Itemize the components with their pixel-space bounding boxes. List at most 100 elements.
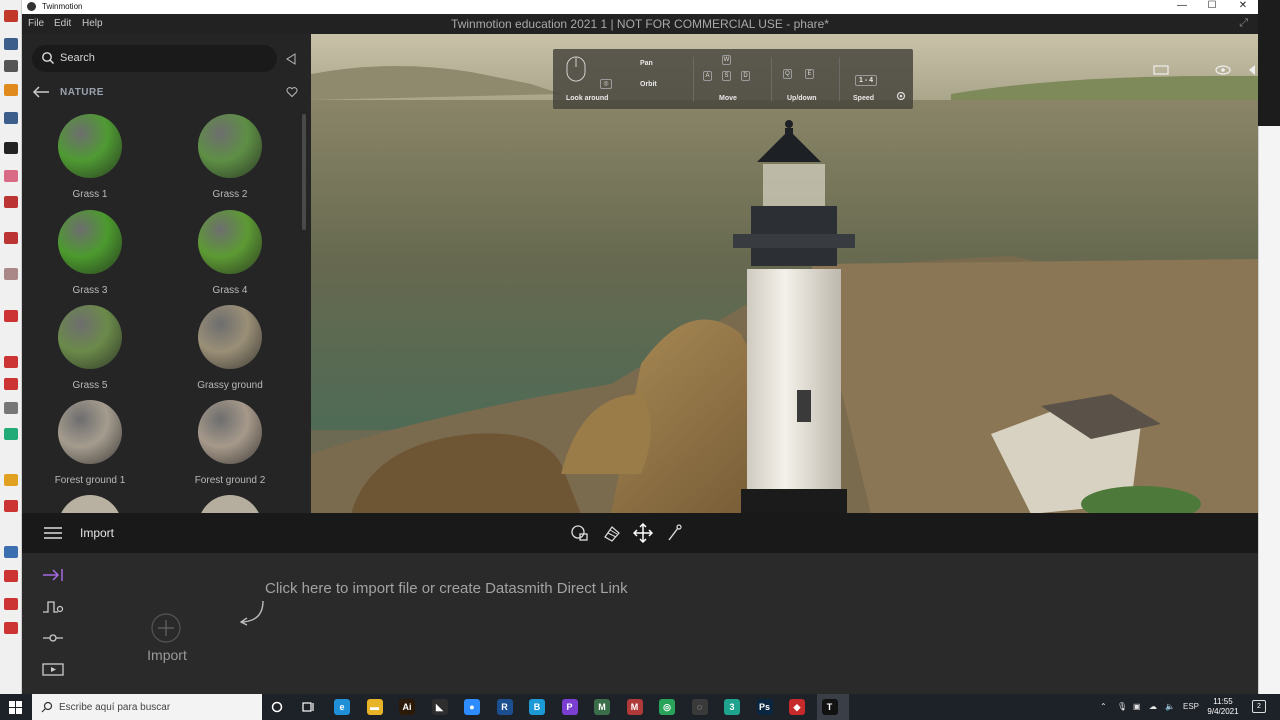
import-button-label[interactable]: Import [132,647,202,663]
back-arrow-icon[interactable] [32,85,50,99]
material-tile[interactable]: Forest ground 1 [30,400,150,495]
select-shapes-icon[interactable] [570,523,590,543]
move-tool-icon[interactable] [4,356,18,368]
language-indicator[interactable]: ESP [1183,702,1199,711]
gear-icon[interactable] [895,90,907,102]
move-label: Move [719,95,737,102]
library-scrollbar[interactable] [302,114,306,230]
orbit-tool-icon[interactable] [4,500,18,512]
close-button[interactable]: ✕ [1228,0,1258,14]
taskbar-app-m-app-icon[interactable]: M [626,699,643,715]
taskbar-app-photoshop-icon[interactable]: Ps [756,699,773,715]
tray-chevron-icon[interactable]: ⌃ [1100,702,1107,711]
pencil-tool-icon[interactable] [4,196,18,208]
select-tool-icon[interactable] [4,142,18,154]
hamburger-menu-icon[interactable] [44,527,62,539]
eyedropper-icon[interactable] [664,523,684,543]
walk-tool-icon[interactable] [4,598,18,610]
material-tile[interactable]: Grass 3 [30,210,150,305]
tool-icon[interactable] [4,84,18,96]
signal-icon[interactable] [42,599,64,615]
tool-icon[interactable] [4,60,18,72]
taskbar-app-three-app-icon[interactable]: 3 [724,699,740,715]
minimize-button[interactable]: — [1167,0,1197,14]
twinmotion-window: Twinmotion — ☐ ✕ Twinmotion education 20… [22,0,1258,694]
media-icon[interactable] [42,661,64,677]
taskbar-app-explorer-icon[interactable]: ▬ [366,699,383,715]
tape-tool-icon[interactable] [4,428,18,440]
zoom-extents-tool-icon[interactable] [4,570,18,582]
material-tile[interactable]: Grass 5 [30,305,150,400]
cloud-icon[interactable]: ☁ [1149,702,1157,711]
clock-time: 11:55 [1213,697,1233,706]
favorite-heart-icon[interactable] [286,86,298,98]
material-tile[interactable]: Forest ground 2 [170,400,290,495]
clock[interactable]: 11:55 9/4/2021 [1201,697,1245,717]
import-icon[interactable] [42,567,64,583]
arc-tool-icon[interactable] [4,232,18,244]
menu-edit[interactable]: Edit [54,18,71,29]
taskbar-app-b-app-icon[interactable]: B [529,699,545,715]
add-import-button[interactable] [150,612,182,644]
volume-icon[interactable]: 🔈 [1165,702,1175,711]
taskbar-app-nvidia-icon[interactable]: ◣ [431,699,448,715]
tool-icon[interactable] [4,112,18,124]
menu-file[interactable]: File [28,18,44,29]
material-tile[interactable] [170,495,290,513]
taskbar-app-map-app-icon[interactable]: M [594,699,610,715]
windows-start-icon[interactable] [9,701,22,714]
3d-viewport[interactable]: Look around ◎ Pan Orbit W A S D Move Q E… [311,34,1258,513]
taskbar-app-green-app-icon[interactable]: ◎ [659,699,675,715]
material-tile[interactable] [30,495,150,513]
frame-icon[interactable] [1153,64,1169,76]
notification-center-icon[interactable]: 2 [1252,700,1266,713]
rotate-tool-icon[interactable] [4,378,18,390]
material-tile[interactable]: Grass 2 [170,114,290,209]
tool-icon[interactable] [4,10,18,22]
taskbar-app-sketchup-icon[interactable]: ◆ [789,699,805,715]
microphone-icon[interactable]: 🎙 [1117,702,1127,711]
key-s: S [722,71,731,81]
panel-title: Import [80,526,115,540]
zoom-tool-icon[interactable] [4,546,18,558]
cortana-icon[interactable] [271,701,283,713]
task-view-icon[interactable] [302,701,316,713]
taskbar-app-circle-app-icon[interactable]: ◌ [691,699,708,715]
maximize-button[interactable]: ☐ [1197,0,1227,14]
search-input[interactable]: Search [32,45,277,72]
taskbar-app-illustrator-icon[interactable]: Ai [399,699,415,715]
link-node-icon[interactable] [42,630,64,646]
material-tile[interactable]: Grass 4 [170,210,290,305]
tool-icon[interactable] [4,38,18,50]
eraser-tool-icon[interactable] [4,170,18,182]
taskbar-app-edge-icon[interactable]: e [334,699,350,715]
curved-arrow-icon [239,600,264,626]
import-hint[interactable]: Click here to import file or create Data… [265,580,628,597]
bottom-toolbar: Import [22,513,1258,553]
fullscreen-icon[interactable]: ⤢ [1239,17,1248,30]
collapse-panel-icon[interactable] [286,53,296,65]
look-around-label: Look around [566,95,609,102]
paint-tool-icon[interactable] [4,474,18,486]
twinmotion-logo-icon [27,2,36,11]
move-arrows-icon[interactable] [633,523,653,543]
material-label: Grass 2 [212,189,248,200]
category-title: NATURE [60,87,104,98]
material-tile[interactable]: Grassy ground [170,305,290,400]
collapse-right-icon[interactable] [1247,64,1257,76]
rectangle-tool-icon[interactable] [4,268,18,280]
taskbar-app-revit-icon[interactable]: R [496,699,513,715]
look-tool-icon[interactable] [4,622,18,634]
taskbar-app-twinmotion-icon[interactable]: T [821,699,838,715]
paint-grid-icon[interactable] [602,523,622,543]
push-pull-tool-icon[interactable] [4,310,18,322]
network-icon[interactable]: ▣ [1133,702,1141,711]
taskbar-app-zoom-icon[interactable]: ● [464,699,480,715]
menu-help[interactable]: Help [82,18,103,29]
taskbar-search-input[interactable]: Escribe aquí para buscar [32,694,262,720]
scale-tool-icon[interactable] [4,402,18,414]
mouse-icon [566,56,586,82]
eye-icon[interactable] [1215,64,1231,76]
material-tile[interactable]: Grass 1 [30,114,150,209]
taskbar-app-podcast-icon[interactable]: P [561,699,578,715]
